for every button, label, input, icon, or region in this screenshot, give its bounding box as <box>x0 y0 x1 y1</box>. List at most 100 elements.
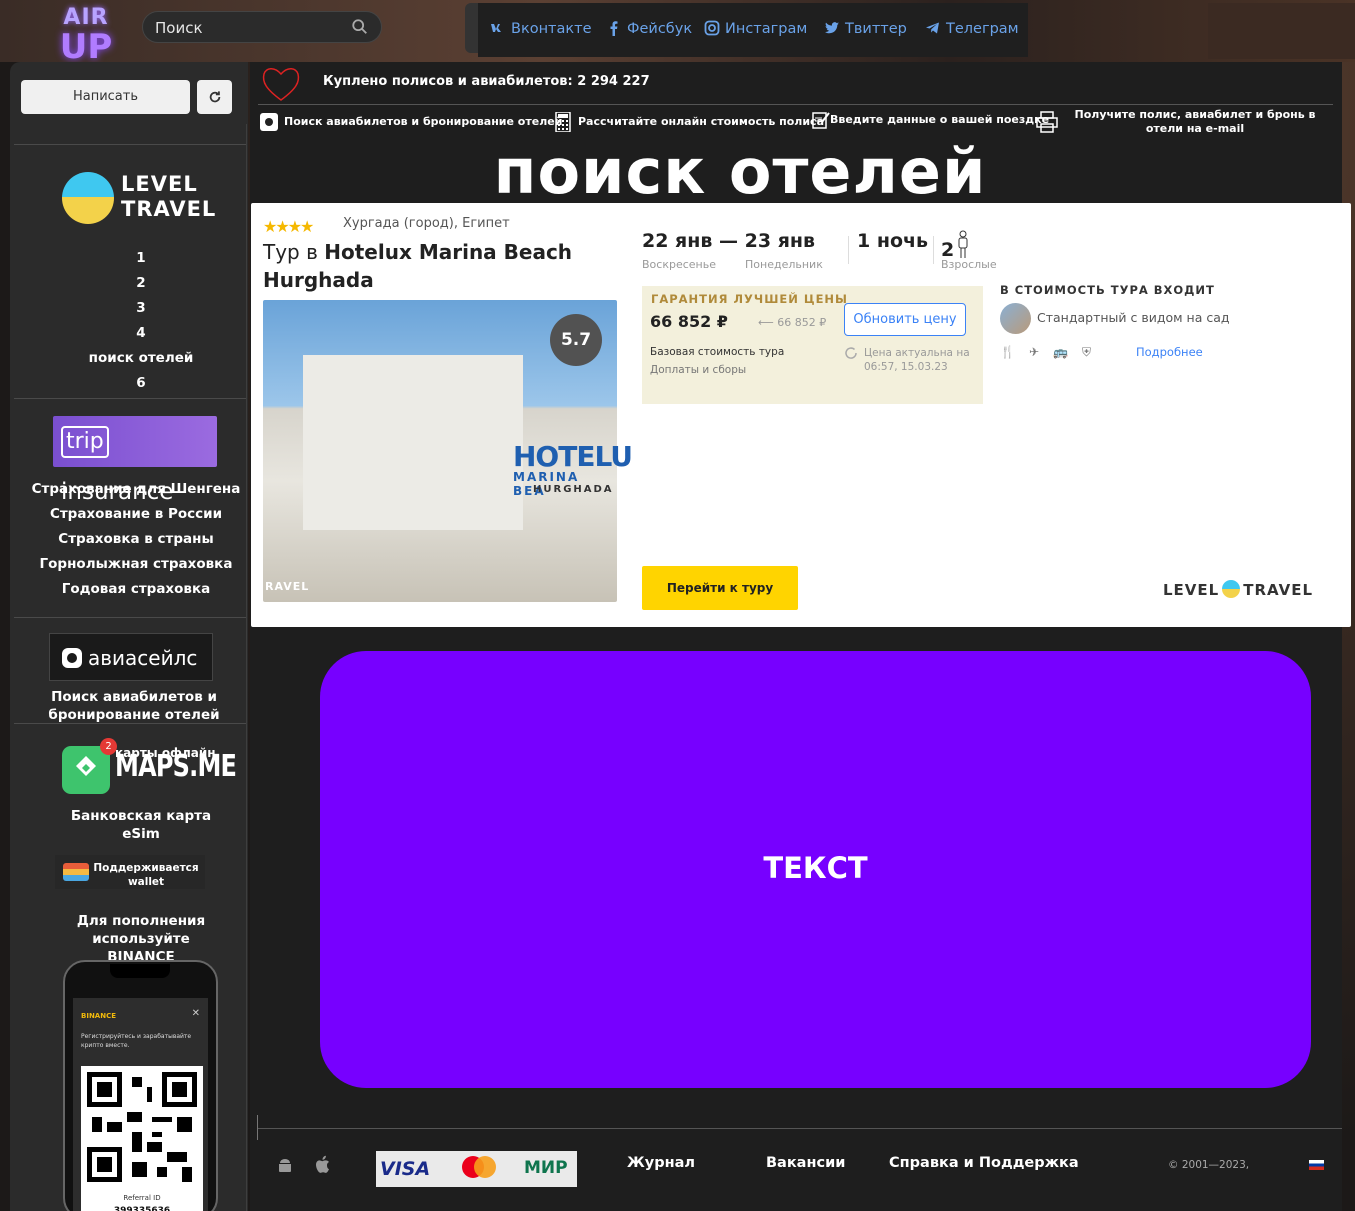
android-icon[interactable] <box>276 1157 294 1175</box>
social-label: Инстаграм <box>725 21 808 37</box>
included-icons: 🍴✈🚌⛨ <box>1000 345 1105 360</box>
site-logo[interactable]: AIR UP <box>50 6 122 66</box>
search-icon[interactable] <box>351 18 369 36</box>
sidebar-nav-item-3[interactable]: 3 <box>14 300 268 316</box>
divider <box>14 617 246 618</box>
language-flag-ru[interactable] <box>1309 1160 1324 1170</box>
adults-label: Взрослые <box>941 258 997 271</box>
level-travel-icon <box>1222 580 1241 598</box>
divider <box>257 1115 258 1140</box>
referral-label: Referral ID <box>123 1194 161 1202</box>
insurance-link-countries[interactable]: Страховка в страны <box>14 530 258 548</box>
step-enter-data: Введите данные о вашей поездке <box>812 110 1049 130</box>
social-link-telegram[interactable]: Телеграм <box>925 20 1019 42</box>
lt-word1: LEVEL <box>121 172 198 196</box>
maps-me-wordmark: MAPS.ME <box>115 749 237 784</box>
sidebar-nav-item-hotel-search[interactable]: поиск отелей <box>14 350 268 366</box>
mir-logo: МИР <box>524 1158 568 1178</box>
level-travel-logo-text[interactable]: LEVEL TRAVEL <box>121 172 216 222</box>
insurance-link-ski[interactable]: Горнолыжная страховка <box>14 555 258 573</box>
divider <box>14 144 246 145</box>
binance-phone-mockup: BINANCE ✕ Регистрируйтесь и зарабатывайт… <box>63 960 218 1211</box>
hotel-location: Хургада (город), Египет <box>343 216 510 231</box>
more-details-link[interactable]: Подробнее <box>1136 345 1203 359</box>
footer-link-jobs[interactable]: Вакансии <box>766 1155 845 1171</box>
qr-code-icon <box>87 1072 197 1182</box>
star-icon: ★ <box>275 217 289 236</box>
photo-sign-line3: HURGHADA <box>533 484 614 495</box>
telegram-icon <box>926 22 939 34</box>
close-icon: ✕ <box>191 1008 200 1019</box>
insurance-icon: ⛨ <box>1081 345 1105 359</box>
sidebar-nav-item-1[interactable]: 1 <box>14 250 268 266</box>
sidebar-nav-item-2[interactable]: 2 <box>14 275 268 291</box>
divider <box>14 723 246 724</box>
bank-card-esim[interactable]: Банковская карта eSim <box>60 807 222 843</box>
star-icon: ★ <box>263 217 277 236</box>
social-label: Фейсбук <box>627 21 693 37</box>
qr-code-card: Referral ID 399335636 <box>81 1066 203 1211</box>
write-button[interactable]: Написать <box>21 80 190 114</box>
refresh-icon <box>209 91 220 103</box>
calculator-icon <box>555 112 571 132</box>
aviasales-icon <box>260 113 278 131</box>
divider <box>258 104 1333 105</box>
lt-logo-word1: LEVEL <box>1163 581 1220 599</box>
page-title: поиск отелей <box>493 135 987 208</box>
tour-prefix: Тур в <box>263 240 318 264</box>
base-price-label: Базовая стоимость тура <box>650 346 785 358</box>
aviasales-description[interactable]: Поиск авиабилетов и бронирование отелей <box>14 688 254 724</box>
sync-icon <box>845 347 857 359</box>
step-receive: Получите полис, авиабилет и бронь в отел… <box>1036 108 1326 136</box>
price-actual-time: Цена актуальна на 06:57, 15.03.23 <box>864 347 970 373</box>
search-input[interactable] <box>155 17 345 39</box>
insurance-link-russia[interactable]: Страхование в России <box>14 505 258 523</box>
insurance-link-schengen[interactable]: Страхование для Шенгена <box>14 480 258 498</box>
day-to: Понедельник <box>745 258 823 271</box>
sidebar-nav-item-6[interactable]: 6 <box>14 375 268 391</box>
purchase-counter: Куплено полисов и авиабилетов: 2 294 227 <box>323 74 650 89</box>
divider <box>14 398 246 399</box>
footer-link-journal[interactable]: Журнал <box>627 1155 695 1171</box>
trip-insurance-logo[interactable]: tripinsurance <box>53 416 217 505</box>
update-price-button[interactable]: Обновить цену <box>844 303 966 336</box>
transfer-icon: 🚌 <box>1053 345 1082 359</box>
wallet-support: Поддерживается wallet <box>55 855 205 889</box>
included-title: В СТОИМОСТЬ ТУРА ВХОДИТ <box>1000 283 1215 297</box>
star-icon: ★ <box>287 217 302 236</box>
binance-logo: BINANCE <box>81 1012 116 1020</box>
level-travel-widget-logo: LEVEL TRAVEL <box>1163 580 1313 599</box>
social-link-facebook[interactable]: Фейсбук <box>606 20 692 42</box>
step-search: Поиск авиабилетов и бронирование отелей <box>260 112 562 132</box>
refresh-button[interactable] <box>197 80 232 114</box>
mastercard-icon <box>474 1156 496 1178</box>
go-to-tour-button[interactable]: Перейти к туру <box>642 566 798 610</box>
twitter-icon <box>825 22 839 34</box>
visa-logo: VISA <box>380 1158 431 1180</box>
aviasales-label: авиасейлс <box>88 646 198 670</box>
vk-icon <box>491 24 501 32</box>
step-text: Поиск авиабилетов и бронирование отелей <box>284 115 563 128</box>
footer-link-support[interactable]: Справка и Поддержка <box>889 1155 1079 1171</box>
tour-nights: 1 ночь <box>857 230 929 252</box>
aviasales-logo[interactable]: авиасейлс <box>49 633 213 681</box>
divider <box>848 236 849 264</box>
adults-count: 2 <box>941 230 970 261</box>
heart-icon <box>262 68 300 101</box>
sidebar-nav-item-4[interactable]: 4 <box>14 325 268 341</box>
lt-word2: TRAVEL <box>121 197 217 221</box>
phone-notch <box>110 964 170 978</box>
extra-fees-label: Доплаты и сборы <box>650 364 747 376</box>
social-link-twitter[interactable]: Твиттер <box>824 20 907 42</box>
apple-icon[interactable] <box>314 1155 332 1175</box>
facebook-icon <box>610 21 618 36</box>
level-travel-logo-icon <box>62 172 114 224</box>
wallet-icon <box>63 863 89 881</box>
social-link-vk[interactable]: Вконтакте <box>490 20 592 42</box>
step-text: Рассчитайте онлайн стоимость полиса <box>578 115 824 128</box>
old-price: ⟵ 66 852 ₽ <box>758 316 826 329</box>
social-label: Твиттер <box>845 21 907 37</box>
social-link-instagram[interactable]: Инстаграм <box>704 20 807 42</box>
insurance-link-annual[interactable]: Годовая страховка <box>14 580 258 598</box>
tour-title[interactable]: Тур в Hotelux Marina Beach Hurghada <box>263 238 623 294</box>
